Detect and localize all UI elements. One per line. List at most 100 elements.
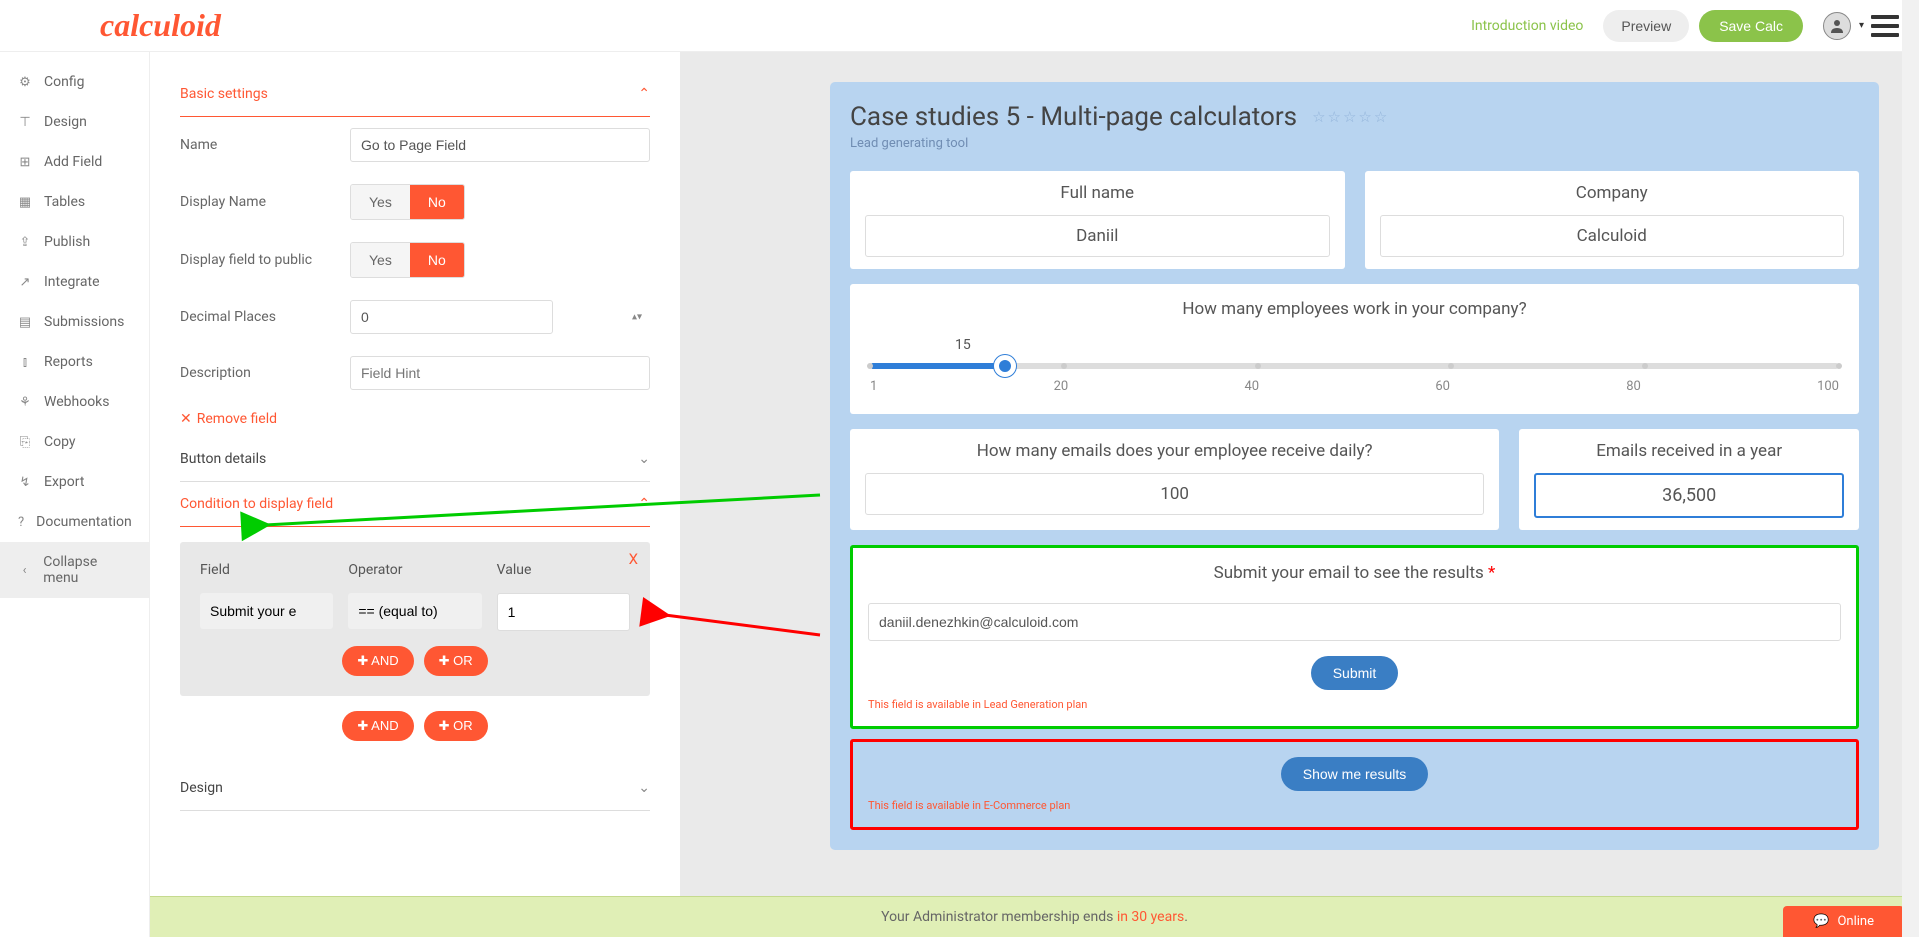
calc-title: Case studies 5 - Multi-page calculators bbox=[850, 102, 1297, 132]
submit-email-section: Submit your email to see the results * S… bbox=[850, 545, 1859, 729]
sidebar-label: Webhooks bbox=[44, 394, 110, 410]
submissions-icon: ▤ bbox=[18, 315, 32, 329]
email-input[interactable] bbox=[868, 603, 1841, 641]
display-public-toggle: Yes No bbox=[350, 242, 465, 278]
design-section-header[interactable]: Design ⌄ bbox=[180, 766, 650, 811]
sidebar: ⚙ Config ⊤ Design ⊞ Add Field ▦ Tables ⇪Publ… bbox=[0, 52, 150, 937]
chevron-up-icon: ⌃ bbox=[638, 496, 650, 512]
description-label: Description bbox=[180, 365, 350, 381]
sidebar-item-integrate[interactable]: ↗Integrate bbox=[0, 262, 149, 302]
operator-label: Operator bbox=[348, 562, 481, 578]
sidebar-label: Tables bbox=[44, 194, 85, 210]
condition-operator-select[interactable] bbox=[348, 593, 481, 629]
display-public-label: Display field to public bbox=[180, 252, 350, 268]
calc-subtitle: Lead generating tool bbox=[850, 136, 1859, 151]
logo[interactable]: calculoid bbox=[100, 7, 221, 44]
webhooks-icon: ⚘ bbox=[18, 395, 32, 409]
rating-stars[interactable]: ☆☆☆☆☆ bbox=[1312, 108, 1389, 126]
copy-icon: ⎘ bbox=[18, 435, 32, 449]
yes-button[interactable]: Yes bbox=[351, 185, 410, 219]
basic-settings-header[interactable]: Basic settings ⌃ bbox=[180, 72, 650, 117]
decimal-label: Decimal Places bbox=[180, 309, 350, 325]
sidebar-item-copy[interactable]: ⎘Copy bbox=[0, 422, 149, 462]
name-input[interactable] bbox=[350, 128, 650, 162]
and-button-outer[interactable]: ✚ AND bbox=[342, 711, 413, 741]
design-icon: ⊤ bbox=[18, 115, 32, 129]
condition-header[interactable]: Condition to display field ⌃ bbox=[180, 482, 650, 527]
tick-label: 80 bbox=[1626, 379, 1641, 394]
close-icon: ✕ bbox=[180, 411, 192, 427]
hamburger-menu[interactable] bbox=[1871, 15, 1899, 37]
help-icon: ? bbox=[18, 515, 24, 529]
membership-footer: Your Administrator membership ends in 30… bbox=[150, 896, 1919, 937]
chevron-up-icon: ⌃ bbox=[638, 86, 650, 102]
plus-icon: ✚ bbox=[357, 653, 371, 668]
settings-panel: Basic settings ⌃ Name Display Name Yes N… bbox=[150, 52, 680, 937]
sidebar-label: Collapse menu bbox=[43, 554, 131, 586]
condition-block: X Field Operator Value ✚ AND ✚ OR bbox=[180, 542, 650, 696]
sidebar-label: Design bbox=[44, 114, 87, 130]
sidebar-label: Config bbox=[44, 74, 84, 90]
sidebar-item-design[interactable]: ⊤ Design bbox=[0, 102, 149, 142]
slider-thumb[interactable] bbox=[994, 355, 1016, 377]
and-button[interactable]: ✚ AND bbox=[342, 646, 413, 676]
no-button[interactable]: No bbox=[410, 185, 464, 219]
sidebar-item-config[interactable]: ⚙ Config bbox=[0, 62, 149, 102]
online-chat-button[interactable]: 💬 Online bbox=[1783, 906, 1904, 937]
full-name-input[interactable]: Daniil bbox=[865, 215, 1330, 257]
show-results-button[interactable]: Show me results bbox=[1281, 757, 1428, 791]
employees-label: How many employees work in your company? bbox=[870, 299, 1839, 319]
or-button-outer[interactable]: ✚ OR bbox=[424, 711, 488, 741]
sidebar-item-webhooks[interactable]: ⚘ Webhooks bbox=[0, 382, 149, 422]
number-stepper-icon[interactable]: ▴▾ bbox=[632, 312, 642, 323]
condition-field-select[interactable] bbox=[200, 593, 333, 629]
display-name-label: Display Name bbox=[180, 194, 350, 210]
no-button[interactable]: No bbox=[410, 243, 464, 277]
emails-year-result: 36,500 bbox=[1534, 473, 1844, 518]
remove-field-link[interactable]: ✕ Remove field bbox=[180, 401, 277, 437]
condition-value-input[interactable] bbox=[497, 593, 630, 631]
yes-button[interactable]: Yes bbox=[351, 243, 410, 277]
section-title: Basic settings bbox=[180, 86, 268, 102]
sidebar-item-documentation[interactable]: ? Documentation bbox=[0, 502, 149, 542]
section-title: Design bbox=[180, 780, 223, 796]
value-label: Value bbox=[497, 562, 630, 578]
plus-icon: ✚ bbox=[439, 718, 454, 733]
sidebar-item-collapse[interactable]: ‹Collapse menu bbox=[0, 542, 149, 598]
or-button[interactable]: ✚ OR bbox=[424, 646, 488, 676]
intro-video-link[interactable]: Introduction video bbox=[1471, 18, 1583, 34]
emails-year-label: Emails received in a year bbox=[1534, 441, 1844, 461]
company-input[interactable]: Calculoid bbox=[1380, 215, 1845, 257]
sidebar-item-add-field[interactable]: ⊞ Add Field bbox=[0, 142, 149, 182]
sidebar-label: Export bbox=[44, 474, 84, 490]
sidebar-item-tables[interactable]: ▦ Tables bbox=[0, 182, 149, 222]
emails-daily-label: How many emails does your employee recei… bbox=[865, 441, 1484, 461]
sidebar-item-publish[interactable]: ⇪Publish bbox=[0, 222, 149, 262]
emails-daily-input[interactable]: 100 bbox=[865, 473, 1484, 515]
description-input[interactable] bbox=[350, 356, 650, 390]
preview-button[interactable]: Preview bbox=[1603, 10, 1689, 42]
tables-icon: ▦ bbox=[18, 195, 32, 209]
reports-icon: ⫾ bbox=[18, 355, 32, 369]
tick-label: 20 bbox=[1054, 379, 1069, 394]
scrollbar[interactable] bbox=[1902, 0, 1919, 937]
section-title: Condition to display field bbox=[180, 496, 333, 512]
sidebar-label: Add Field bbox=[44, 154, 102, 170]
condition-close[interactable]: X bbox=[629, 550, 638, 568]
submit-button[interactable]: Submit bbox=[1311, 656, 1399, 690]
user-avatar[interactable] bbox=[1823, 12, 1851, 40]
sidebar-item-export[interactable]: ↯Export bbox=[0, 462, 149, 502]
submit-label: Submit your email to see the results * bbox=[868, 563, 1841, 583]
button-details-header[interactable]: Button details ⌄ bbox=[180, 437, 650, 482]
gear-icon: ⚙ bbox=[18, 75, 32, 89]
decimal-input[interactable] bbox=[350, 300, 553, 334]
add-field-icon: ⊞ bbox=[18, 155, 32, 169]
employees-slider[interactable] bbox=[870, 363, 1839, 369]
sidebar-label: Documentation bbox=[36, 514, 132, 530]
save-calc-button[interactable]: Save Calc bbox=[1699, 10, 1803, 42]
full-name-label: Full name bbox=[865, 183, 1330, 203]
calculator-card: Case studies 5 - Multi-page calculators … bbox=[830, 82, 1879, 850]
sidebar-item-reports[interactable]: ⫾Reports bbox=[0, 342, 149, 382]
show-results-section: Show me results This field is available … bbox=[850, 739, 1859, 830]
sidebar-item-submissions[interactable]: ▤Submissions bbox=[0, 302, 149, 342]
